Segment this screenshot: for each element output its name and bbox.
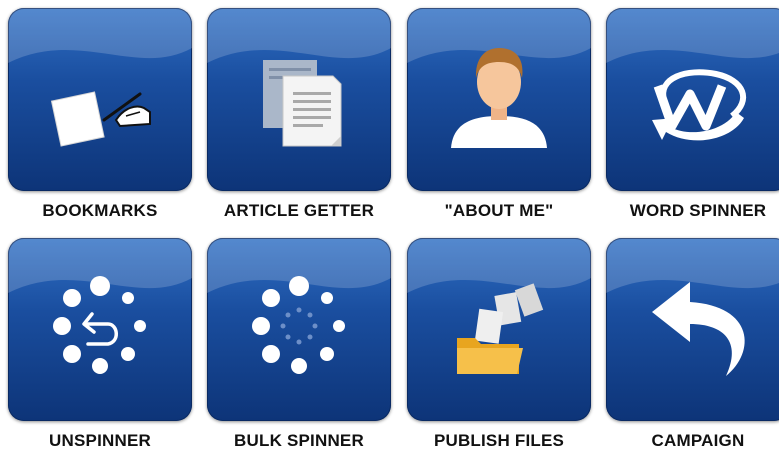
- loading-spinner-icon: [252, 276, 345, 374]
- tile-label: BOOKMARKS: [42, 201, 158, 220]
- tile-label: CAMPAIGN: [651, 431, 745, 450]
- user-profile-icon: [451, 48, 547, 148]
- tile-background: [606, 238, 779, 421]
- tile-label: ARTICLE GETTER: [223, 201, 375, 220]
- tile-about-me[interactable]: "ABOUT ME": [407, 8, 591, 237]
- tile-label: PUBLISH FILES: [433, 431, 565, 450]
- bookmark-page-hand-icon: [50, 91, 151, 147]
- curved-back-arrow-icon: [652, 282, 745, 376]
- tile-word-spinner[interactable]: WORD SPINNER: [606, 8, 779, 237]
- tile-bulk-spinner[interactable]: BULK SPINNER: [207, 238, 391, 467]
- tile-background: [207, 8, 391, 191]
- tile-bookmarks[interactable]: BOOKMARKS: [8, 8, 192, 237]
- tile-label: "ABOUT ME": [444, 201, 554, 220]
- undo-spinner-icon: [53, 276, 146, 374]
- app-launcher-grid: BOOKMARKS ARTICLE GETTER "ABOUT ME" WORD…: [0, 0, 779, 450]
- tile-background: [606, 8, 779, 191]
- tile-background: [407, 238, 591, 421]
- tile-background: [8, 8, 192, 191]
- tile-label: WORD SPINNER: [629, 201, 767, 220]
- tile-unspinner[interactable]: UNSPINNER: [8, 238, 192, 467]
- w-spin-arrow-icon: [652, 69, 746, 141]
- tile-publish-files[interactable]: PUBLISH FILES: [407, 238, 591, 467]
- tile-label: BULK SPINNER: [234, 431, 364, 450]
- tile-background: [8, 238, 192, 421]
- tile-background: [407, 8, 591, 191]
- tile-article-getter[interactable]: ARTICLE GETTER: [207, 8, 391, 237]
- folder-flying-papers-icon: [457, 283, 544, 374]
- tile-background: [207, 238, 391, 421]
- tile-label: UNSPINNER: [49, 431, 151, 450]
- tile-campaign[interactable]: CAMPAIGN: [606, 238, 779, 467]
- documents-icon: [263, 60, 342, 147]
